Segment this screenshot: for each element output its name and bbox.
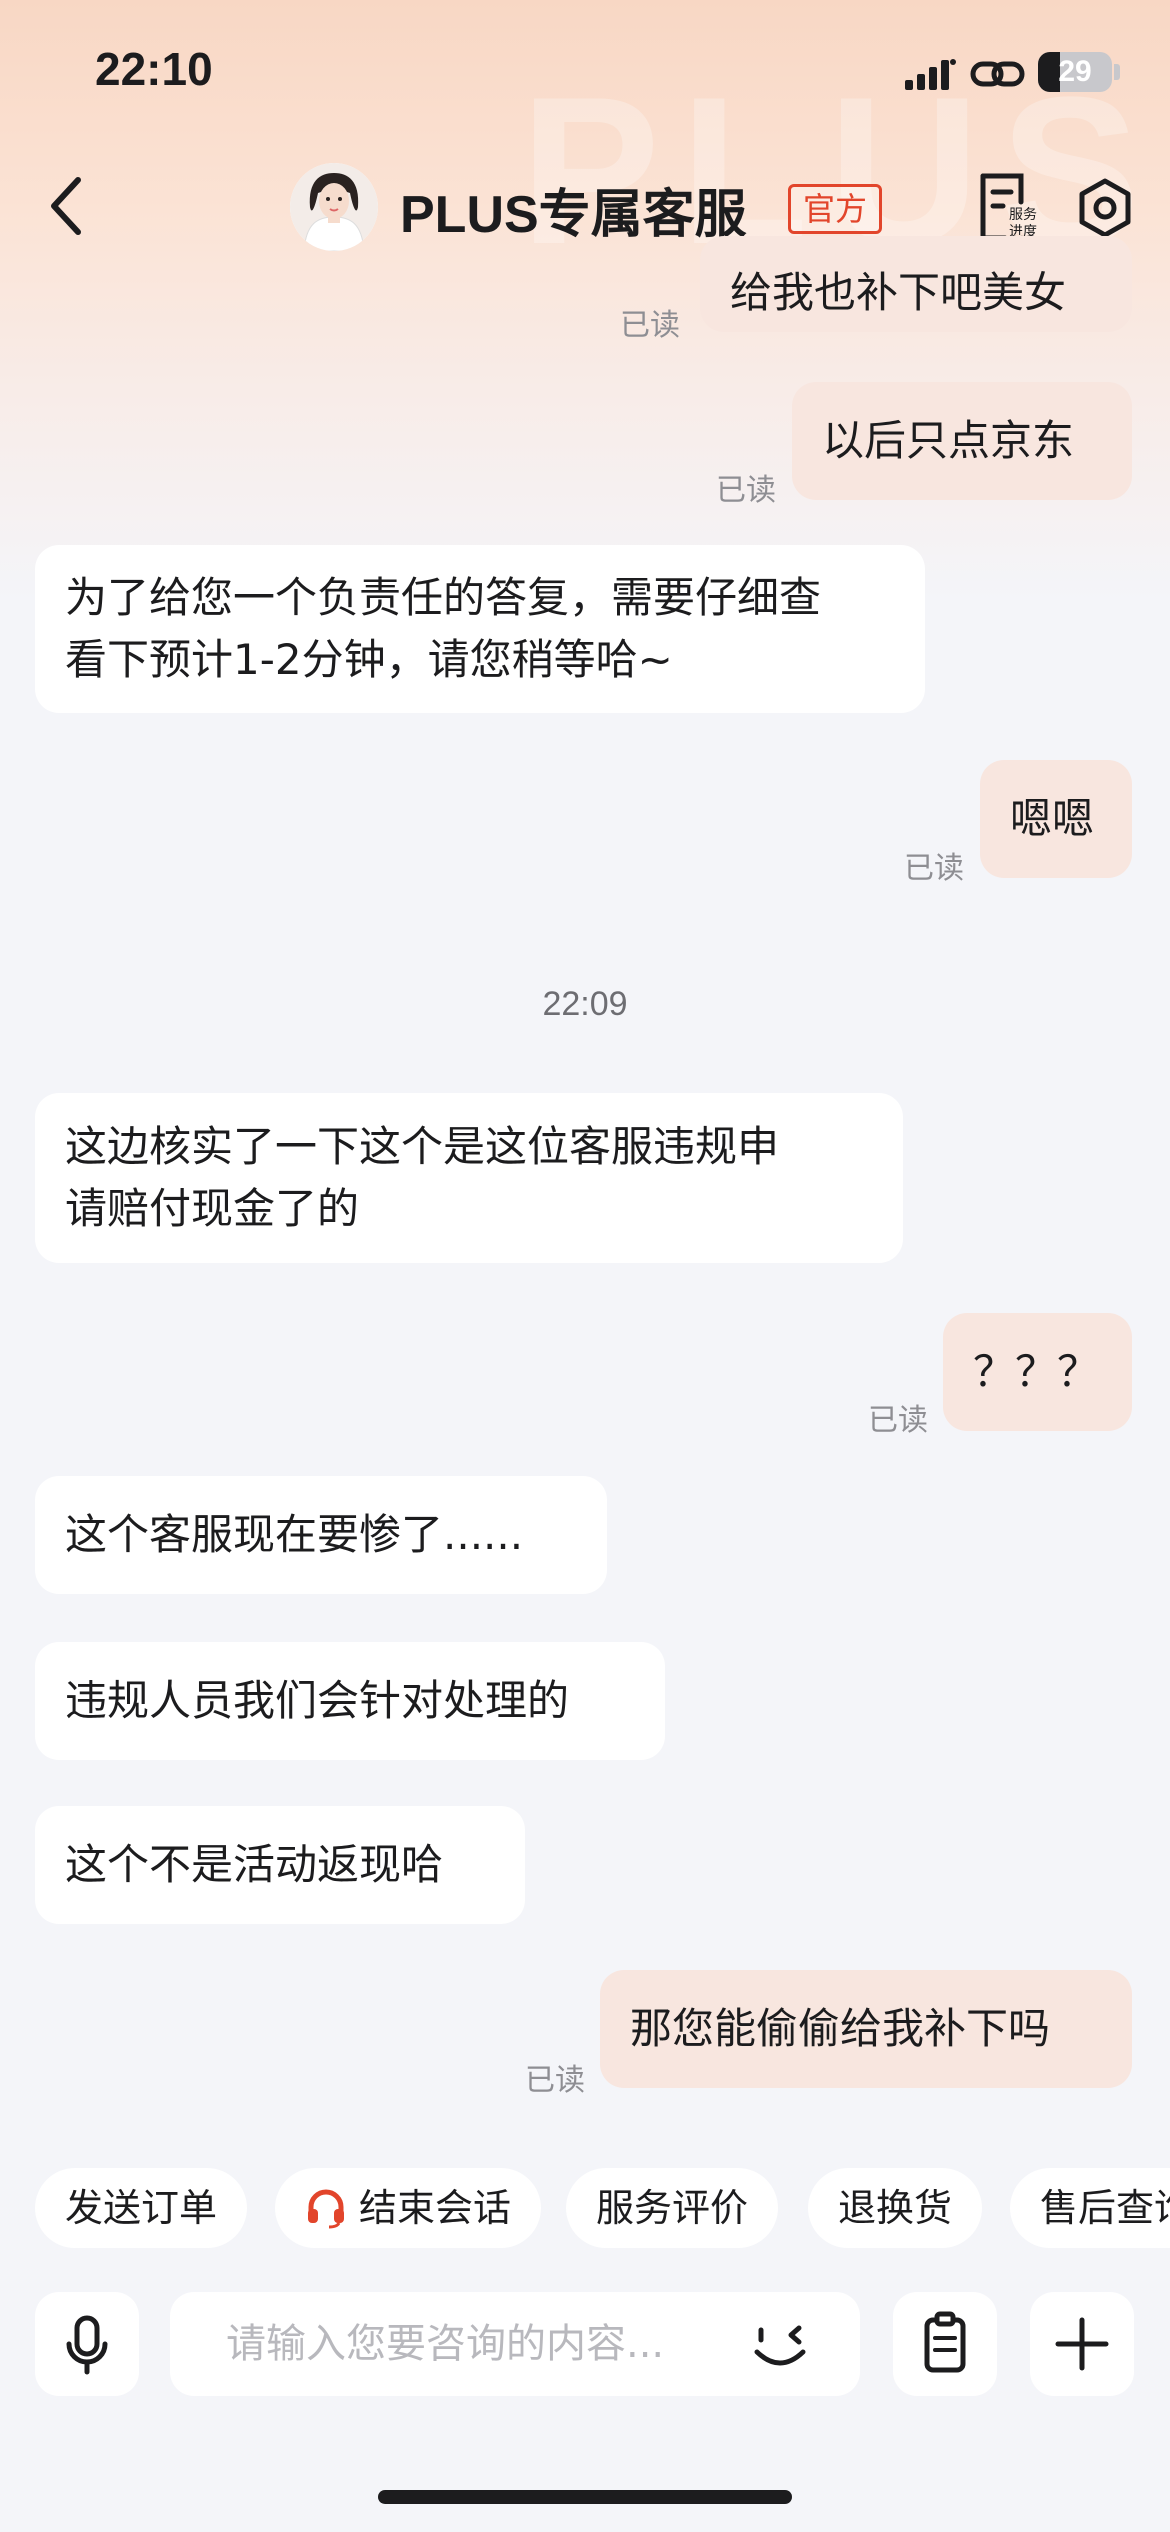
incoming-message: 为了给您一个负责任的答复，需要仔细查 看下预计1-2分钟，请您稍等哈~ <box>35 545 925 713</box>
message-text: 违规人员我们会针对处理的 <box>65 1676 570 1725</box>
message-text-line: 为了给您一个负责任的答复，需要仔细查 <box>65 573 822 622</box>
message-text: 嗯嗯 <box>1010 794 1095 843</box>
clipboard-icon <box>924 2311 966 2373</box>
back-chevron-icon[interactable] <box>42 170 92 242</box>
cellular-signal-icon <box>905 59 956 90</box>
more-options-button[interactable] <box>1030 2292 1134 2396</box>
quick-action-return-exchange[interactable]: 退换货 <box>808 2168 983 2248</box>
outgoing-message: 以后只点京东 <box>792 382 1132 500</box>
quick-action-label: 退换货 <box>838 2186 953 2230</box>
chat-input-bar <box>0 2270 1170 2400</box>
message-text: 这个客服现在要惨了...... <box>65 1510 524 1559</box>
agent-avatar <box>290 163 378 251</box>
read-receipt: 已读 <box>620 308 680 343</box>
quick-phrases-button[interactable] <box>893 2292 997 2396</box>
plus-icon <box>1055 2317 1109 2371</box>
read-receipt: 已读 <box>868 1403 928 1438</box>
message-text-line: 请赔付现金了的 <box>65 1184 360 1233</box>
message-text-line: 这边核实了一下这个是这位客服违规申 <box>65 1122 780 1171</box>
official-badge: 官方 <box>788 184 883 234</box>
headset-icon <box>308 2189 344 2229</box>
message-text: 那您能偷偷给我补下吗 <box>630 2004 1051 2053</box>
message-text: 这个不是活动返现哈 <box>65 1840 444 1889</box>
outgoing-message: 嗯嗯 <box>980 760 1132 878</box>
message-text-line: 看下预计1-2分钟，请您稍等哈~ <box>65 635 673 684</box>
voice-input-button[interactable] <box>35 2292 139 2396</box>
incoming-message: 这个不是活动返现哈 <box>35 1806 525 1924</box>
incoming-message: 这边核实了一下这个是这位客服违规申 请赔付现金了的 <box>35 1093 903 1263</box>
progress-label-line1: 服务 <box>1009 207 1037 223</box>
quick-action-label: 售后查询 <box>1040 2186 1170 2230</box>
quick-action-send-order[interactable]: 发送订单 <box>35 2168 248 2248</box>
service-progress-button[interactable]: 服务 进度 <box>975 172 1041 242</box>
status-time: 22:10 <box>95 43 213 95</box>
message-timestamp: 22:09 <box>542 985 628 1023</box>
battery-level: 29 <box>1058 55 1092 88</box>
service-progress-icon: 服务 进度 <box>980 173 1037 241</box>
quick-action-service-rating[interactable]: 服务评价 <box>566 2168 779 2248</box>
outgoing-message: ？？？ <box>943 1313 1132 1431</box>
microphone-icon <box>66 2315 108 2375</box>
emoji-wink-icon[interactable] <box>745 2310 815 2380</box>
settings-hexagon-icon[interactable] <box>1075 178 1135 238</box>
outgoing-message: 给我也补下吧美女 <box>700 236 1132 332</box>
battery-icon: 29 <box>1038 52 1112 92</box>
quick-action-label: 发送订单 <box>65 2186 218 2230</box>
read-receipt: 已读 <box>525 2063 585 2098</box>
read-receipt: 已读 <box>716 473 776 508</box>
battery-cap <box>1114 64 1120 80</box>
quick-action-label: 服务评价 <box>596 2186 749 2230</box>
quick-action-end-session[interactable]: 结束会话 <box>275 2168 542 2248</box>
incoming-message: 这个客服现在要惨了...... <box>35 1476 607 1594</box>
quick-action-label: 结束会话 <box>359 2186 512 2230</box>
personal-hotspot-icon <box>970 61 1025 87</box>
read-receipt: 已读 <box>904 851 964 886</box>
message-text: ？？？ <box>973 1347 1100 1396</box>
home-indicator <box>378 2490 792 2504</box>
message-text: 给我也补下吧美女 <box>730 268 1067 317</box>
chat-title: PLUS专属客服 <box>400 186 747 244</box>
quick-action-after-sales[interactable]: 售后查询 <box>1010 2168 1170 2248</box>
message-text: 以后只点京东 <box>822 416 1075 465</box>
incoming-message: 违规人员我们会针对处理的 <box>35 1642 665 1760</box>
outgoing-message: 那您能偷偷给我补下吗 <box>600 1970 1132 2088</box>
